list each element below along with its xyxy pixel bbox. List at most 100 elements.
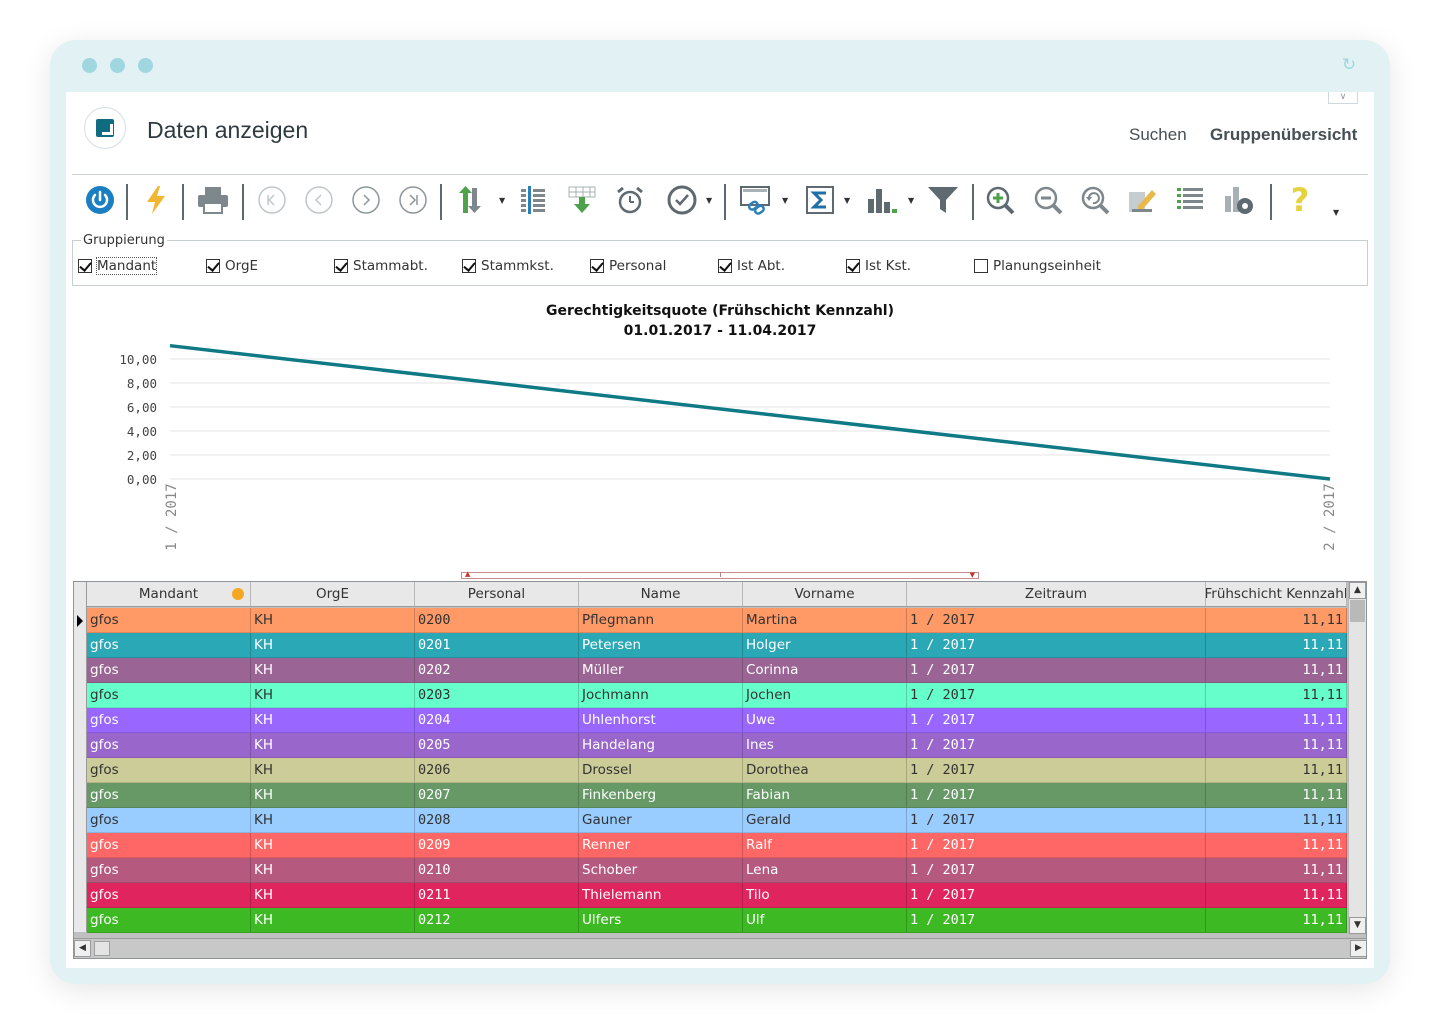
table-cell[interactable]: 0201 [415, 633, 579, 658]
table-cell[interactable]: KH [251, 908, 415, 933]
table-cell[interactable]: 11,11 [1206, 708, 1347, 733]
table-row[interactable]: gfos KH 0207 Finkenberg Fabian 1 / 2017 11,11 [87, 783, 1347, 808]
checkbox-box[interactable] [334, 259, 348, 273]
scroll-down-icon[interactable]: ▼ [1349, 917, 1366, 934]
print-icon[interactable] [194, 180, 232, 220]
sort-dropdown-icon[interactable]: ▼ [499, 196, 505, 205]
table-cell[interactable]: 1 / 2017 [907, 833, 1206, 858]
table-cell[interactable]: 0208 [415, 808, 579, 833]
table-cell[interactable]: 0206 [415, 758, 579, 783]
group-overview-link[interactable]: Gruppenübersicht [1210, 125, 1357, 145]
table-cell[interactable]: Uwe [743, 708, 907, 733]
column-header[interactable]: Mandant [87, 582, 251, 607]
table-cell[interactable]: 11,11 [1206, 783, 1347, 808]
scroll-right-icon[interactable]: ▶ [1350, 940, 1366, 957]
scroll-left-icon[interactable]: ◀ [74, 940, 91, 957]
table-cell[interactable]: Ralf [743, 833, 907, 858]
table-cell[interactable]: 11,11 [1206, 908, 1347, 933]
table-cell[interactable]: Ines [743, 733, 907, 758]
table-row[interactable]: gfos KH 0204 Uhlenhorst Uwe 1 / 2017 11,11 [87, 708, 1347, 733]
grouping-checkbox-mandant[interactable]: Mandant [78, 257, 158, 275]
grouping-checkbox-stammabt[interactable]: Stammabt. [334, 258, 428, 274]
table-cell[interactable]: KH [251, 633, 415, 658]
table-cell[interactable]: 1 / 2017 [907, 808, 1206, 833]
table-cell[interactable]: 1 / 2017 [907, 908, 1206, 933]
grouping-checkbox-personal[interactable]: Personal [590, 258, 666, 274]
table-cell[interactable]: Jochmann [579, 683, 743, 708]
table-cell[interactable]: 0203 [415, 683, 579, 708]
table-cell[interactable]: gfos [87, 683, 251, 708]
checkbox-box[interactable] [974, 259, 988, 273]
last-record-icon[interactable] [395, 180, 431, 220]
table-cell[interactable]: KH [251, 658, 415, 683]
checkbox-box[interactable] [718, 259, 732, 273]
table-cell[interactable]: Ulfers [579, 908, 743, 933]
table-cell[interactable]: gfos [87, 858, 251, 883]
checkbox-box[interactable] [590, 259, 604, 273]
bar-chart-icon[interactable] [862, 180, 902, 220]
table-cell[interactable]: 11,11 [1206, 683, 1347, 708]
table-cell[interactable]: Schober [579, 858, 743, 883]
table-cell[interactable]: KH [251, 783, 415, 808]
table-cell[interactable]: KH [251, 708, 415, 733]
chart-dropdown-icon[interactable]: ▼ [908, 196, 914, 205]
search-link[interactable]: Suchen [1129, 125, 1187, 145]
table-cell[interactable]: 0211 [415, 883, 579, 908]
sort-indicator-icon[interactable] [232, 588, 244, 600]
table-cell[interactable]: 11,11 [1206, 858, 1347, 883]
table-cell[interactable]: Jochen [743, 683, 907, 708]
table-cell[interactable]: KH [251, 808, 415, 833]
sum-icon[interactable] [802, 180, 838, 220]
table-row[interactable]: gfos KH 0212 Ulfers Ulf 1 / 2017 11,11 [87, 908, 1347, 933]
scroll-thumb[interactable] [1350, 600, 1365, 622]
table-cell[interactable]: KH [251, 758, 415, 783]
table-cell[interactable]: gfos [87, 608, 251, 633]
table-cell[interactable]: Renner [579, 833, 743, 858]
grouping-checkbox-ist-abt[interactable]: Ist Abt. [718, 258, 785, 274]
table-cell[interactable]: 11,11 [1206, 633, 1347, 658]
table-cell[interactable]: 0210 [415, 858, 579, 883]
table-cell[interactable]: gfos [87, 708, 251, 733]
table-cell[interactable]: gfos [87, 758, 251, 783]
first-record-icon[interactable] [254, 180, 290, 220]
refresh-icon[interactable]: ↻ [1340, 56, 1358, 74]
zoom-reset-icon[interactable] [1077, 180, 1113, 220]
vertical-scrollbar[interactable]: ▲ ▼ [1348, 582, 1366, 934]
table-row[interactable]: gfos KH 0211 Thielemann Tilo 1 / 2017 11,11 [87, 883, 1347, 908]
table-cell[interactable]: 11,11 [1206, 608, 1347, 633]
table-row[interactable]: gfos KH 0210 Schober Lena 1 / 2017 11,11 [87, 858, 1347, 883]
column-header[interactable]: Name [579, 582, 743, 607]
table-cell[interactable]: 11,11 [1206, 883, 1347, 908]
table-cell[interactable]: 0202 [415, 658, 579, 683]
table-cell[interactable]: 0200 [415, 608, 579, 633]
checkbox-box[interactable] [78, 259, 92, 273]
table-cell[interactable]: gfos [87, 633, 251, 658]
hscroll-thumb[interactable] [94, 941, 110, 956]
table-cell[interactable]: 0207 [415, 783, 579, 808]
table-cell[interactable]: 1 / 2017 [907, 733, 1206, 758]
table-cell[interactable]: Gauner [579, 808, 743, 833]
table-cell[interactable]: Drossel [579, 758, 743, 783]
next-record-icon[interactable] [348, 180, 384, 220]
clock-check-icon[interactable] [664, 180, 700, 220]
table-cell[interactable]: 11,11 [1206, 733, 1347, 758]
table-cell[interactable]: KH [251, 733, 415, 758]
export-down-icon[interactable] [564, 180, 600, 220]
table-cell[interactable]: Holger [743, 633, 907, 658]
help-icon[interactable]: ? [1284, 180, 1316, 220]
table-cell[interactable]: Dorothea [743, 758, 907, 783]
table-cell[interactable]: Tilo [743, 883, 907, 908]
table-row[interactable]: gfos KH 0200 Pflegmann Martina 1 / 2017 11,11 [87, 608, 1347, 633]
checkbox-box[interactable] [846, 259, 860, 273]
table-cell[interactable]: gfos [87, 733, 251, 758]
table-cell[interactable]: 1 / 2017 [907, 783, 1206, 808]
grouping-checkbox-orge[interactable]: OrgE [206, 258, 258, 274]
app-logo-icon[interactable] [84, 107, 126, 149]
edit-icon[interactable] [1124, 180, 1160, 220]
column-header[interactable]: Zeitraum [907, 582, 1206, 607]
alarm-clock-icon[interactable] [612, 180, 648, 220]
table-cell[interactable]: 11,11 [1206, 833, 1347, 858]
table-cell[interactable]: 11,11 [1206, 758, 1347, 783]
table-cell[interactable]: 1 / 2017 [907, 883, 1206, 908]
table-cell[interactable]: Müller [579, 658, 743, 683]
